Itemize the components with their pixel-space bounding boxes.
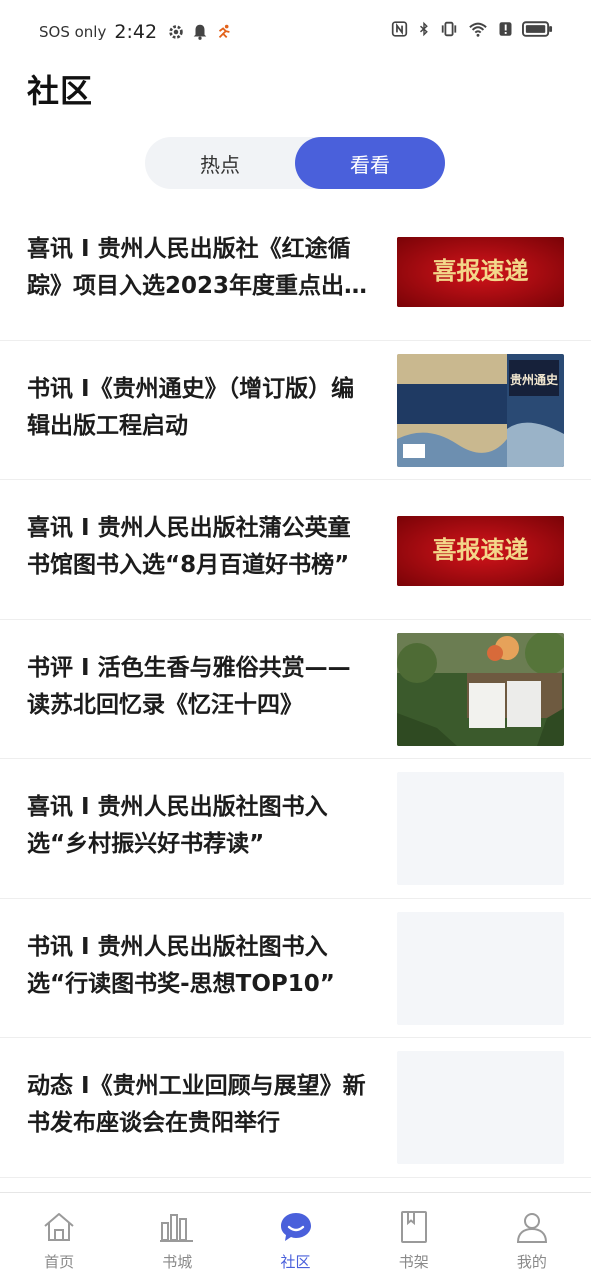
profile-icon — [516, 1213, 547, 1243]
vibrate-icon — [441, 21, 457, 37]
tab-switcher: 热点 看看 — [145, 137, 445, 189]
article-title: 喜讯 I 贵州人民出版社《红途循踪》项目入选2023年度重点出版物 — [27, 236, 368, 299]
banner-text: 喜报速递 — [433, 256, 529, 285]
article-list: 喜讯 I 贵州人民出版社《红途循踪》项目入选2023年度重点出版物 喜报速递 书… — [0, 201, 591, 1178]
article-title: 喜讯 I 贵州人民出版社图书入选“乡村振兴好书荐读” — [27, 794, 328, 857]
clock: 2:42 — [114, 21, 158, 43]
cover-title: 贵州通史 — [510, 372, 559, 387]
article-item[interactable]: 书讯 I《贵州通史》（增订版）编辑出版工程启动 贵州通史 — [0, 341, 591, 480]
nav-bookstore[interactable]: 书城 — [118, 1193, 236, 1280]
status-bar: SOS only 2:42 — [0, 0, 591, 66]
article-title: 书讯 I《贵州通史》（增订版）编辑出版工程启动 — [27, 375, 355, 439]
article-title: 书评 I 活色生香与雅俗共赏——读苏北回忆录《忆汪十四》 — [27, 654, 351, 718]
article-thumbnail-placeholder — [397, 911, 564, 1025]
article-item[interactable]: 喜讯 I 贵州人民出版社蒲公英童书馆图书入选“8月百道好书榜” 喜报速递 — [0, 480, 591, 620]
nav-label: 书架 — [398, 1253, 429, 1271]
article-title: 书讯 I 贵州人民出版社图书入选“行读图书奖-思想TOP10” — [27, 933, 335, 997]
community-icon — [280, 1213, 311, 1241]
banner-text: 喜报速递 — [433, 535, 529, 564]
wifi-icon — [469, 22, 487, 37]
nav-label: 首页 — [44, 1253, 75, 1271]
article-thumbnail: 喜报速递 — [397, 237, 564, 307]
nav-label: 我的 — [516, 1253, 547, 1271]
nav-home[interactable]: 首页 — [0, 1193, 118, 1280]
news-banner-image: 喜报速递 — [397, 237, 564, 307]
bookshelf-icon — [400, 1211, 427, 1243]
bottom-nav: 首页 书城 社区 书架 我的 — [0, 1192, 591, 1280]
article-item[interactable]: 动态 I《贵州工业回顾与展望》新书发布座谈会在贵阳举行 — [0, 1038, 591, 1178]
tab-hot[interactable]: 热点 — [145, 137, 295, 189]
home-icon — [44, 1213, 74, 1241]
article-title: 喜讯 I 贵州人民出版社蒲公英童书馆图书入选“8月百道好书榜” — [27, 515, 351, 578]
battery-icon — [522, 21, 553, 37]
bookstore-icon — [160, 1214, 194, 1242]
news-banner-image: 喜报速递 — [397, 516, 564, 586]
nav-label: 社区 — [280, 1253, 311, 1271]
article-item[interactable]: 喜讯 I 贵州人民出版社图书入选“乡村振兴好书荐读” — [0, 759, 591, 899]
article-thumbnail — [397, 632, 564, 746]
tab-look[interactable]: 看看 — [295, 137, 445, 189]
book-photo-image — [397, 632, 564, 746]
article-item[interactable]: 喜讯 I 贵州人民出版社《红途循踪》项目入选2023年度重点出版物 喜报速递 — [0, 201, 591, 341]
article-item[interactable]: 书讯 I 贵州人民出版社图书入选“行读图书奖-思想TOP10” — [0, 899, 591, 1038]
nav-bookshelf[interactable]: 书架 — [355, 1193, 473, 1280]
bluetooth-icon — [420, 21, 428, 37]
alert-icon — [499, 22, 512, 36]
settings-icon — [169, 25, 183, 39]
nav-community[interactable]: 社区 — [236, 1193, 354, 1280]
carrier-text: SOS only — [39, 23, 107, 41]
article-title: 动态 I《贵州工业回顾与展望》新书发布座谈会在贵阳举行 — [27, 1073, 366, 1136]
article-item[interactable]: 书评 I 活色生香与雅俗共赏——读苏北回忆录《忆汪十四》 — [0, 620, 591, 759]
nfc-icon — [391, 21, 408, 37]
page-title: 社区 — [27, 72, 94, 110]
book-cover-image: 贵州通史 — [397, 353, 564, 467]
article-thumbnail-placeholder — [397, 1051, 564, 1164]
nav-profile[interactable]: 我的 — [473, 1193, 591, 1280]
article-thumbnail-placeholder — [397, 772, 564, 885]
nav-label: 书城 — [162, 1253, 193, 1271]
bell-icon — [193, 24, 207, 40]
article-thumbnail: 贵州通史 — [397, 353, 564, 467]
status-right — [391, 20, 553, 38]
article-thumbnail: 喜报速递 — [397, 516, 564, 586]
running-icon — [218, 24, 230, 39]
status-left: SOS only 2:42 — [39, 21, 233, 43]
